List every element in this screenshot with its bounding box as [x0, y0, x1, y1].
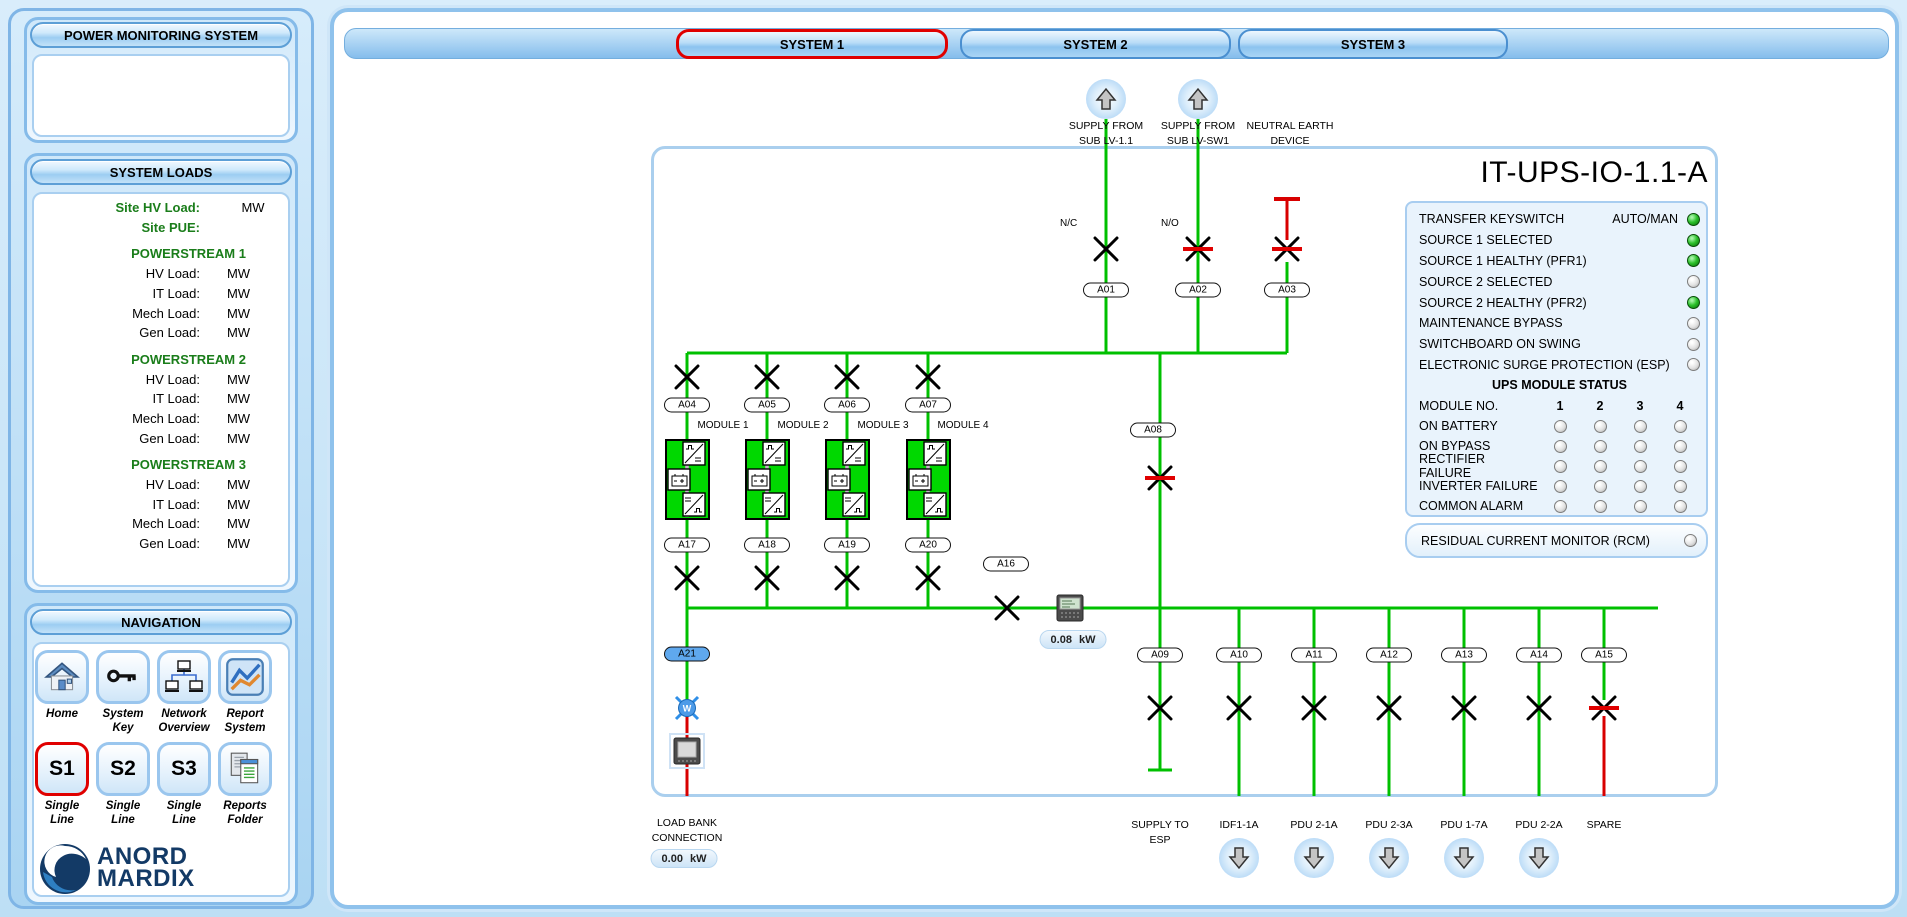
- feeder-arrow-idf1-1a[interactable]: [1219, 838, 1259, 878]
- breaker-tag-a05[interactable]: A05: [744, 398, 790, 413]
- breaker-tag-a02[interactable]: A02: [1175, 283, 1221, 298]
- feeder-arrow-pdu-2-3a[interactable]: [1369, 838, 1409, 878]
- load-bank-connection-label: LOAD BANK CONNECTION: [632, 816, 742, 845]
- breaker-tag-a17[interactable]: A17: [664, 538, 710, 553]
- bus-meter-kw-badge: 0.08kW: [1040, 630, 1107, 649]
- breaker-tag-a16[interactable]: A16: [983, 557, 1029, 572]
- feeder-arrow-pdu-1-7a[interactable]: [1444, 838, 1484, 878]
- breaker-tag-a21-selected[interactable]: A21: [664, 647, 710, 662]
- breaker-a03-open[interactable]: [1272, 238, 1302, 260]
- breaker-tag-a14[interactable]: A14: [1516, 648, 1562, 663]
- supply-arrow-sub-lv-1-1[interactable]: [1086, 79, 1126, 119]
- ups-module-2[interactable]: [746, 440, 789, 519]
- breaker-tag-a11[interactable]: A11: [1291, 648, 1337, 663]
- module-1-label: MODULE 1: [688, 419, 758, 434]
- no-label: N/O: [1161, 218, 1179, 229]
- module-4-label: MODULE 4: [928, 419, 998, 434]
- breaker-tag-a08[interactable]: A08: [1130, 423, 1176, 438]
- nc-label: N/C: [1060, 218, 1077, 229]
- ups-module-1[interactable]: [666, 440, 709, 519]
- ups-module-3[interactable]: [826, 440, 869, 519]
- module-2-label: MODULE 2: [768, 419, 838, 434]
- supply-to-esp-label: SUPPLY TO ESP: [1115, 818, 1205, 847]
- module-3-label: MODULE 3: [848, 419, 918, 434]
- load-bank-meter[interactable]: [670, 734, 704, 768]
- load-bank-kw-badge: 0.00kW: [651, 849, 718, 868]
- neutral-earth-device-label: NEUTRAL EARTH DEVICE: [1235, 119, 1345, 148]
- feeder-arrow-pdu-2-2a[interactable]: [1519, 838, 1559, 878]
- breaker-tag-a13[interactable]: A13: [1441, 648, 1487, 663]
- breaker-tag-a10[interactable]: A10: [1216, 648, 1262, 663]
- power-monitoring-app: POWER MONITORING SYSTEM SYSTEM LOADS Sit…: [0, 0, 1907, 917]
- breaker-tag-a09[interactable]: A09: [1137, 648, 1183, 663]
- supply-arrow-sub-lv-sw1[interactable]: [1178, 79, 1218, 119]
- breaker-tag-a01[interactable]: A01: [1083, 283, 1129, 298]
- breaker-tag-a06[interactable]: A06: [824, 398, 870, 413]
- breaker-tag-a07[interactable]: A07: [905, 398, 951, 413]
- breaker-tag-a03[interactable]: A03: [1264, 283, 1310, 298]
- breaker-tag-a12[interactable]: A12: [1366, 648, 1412, 663]
- svg-text:W: W: [683, 704, 692, 714]
- breaker-tag-a15[interactable]: A15: [1581, 648, 1627, 663]
- breaker-tag-a04[interactable]: A04: [664, 398, 710, 413]
- circuit-svg: W: [0, 0, 1907, 917]
- bus-power-meter[interactable]: [1057, 595, 1083, 621]
- breaker-tag-a19[interactable]: A19: [824, 538, 870, 553]
- feeder-arrow-pdu-2-1a[interactable]: [1294, 838, 1334, 878]
- load-bank-watt-switch[interactable]: W: [676, 697, 698, 719]
- ups-module-4[interactable]: [907, 440, 950, 519]
- breaker-a15-open[interactable]: [1589, 697, 1619, 719]
- breaker-tag-a18[interactable]: A18: [744, 538, 790, 553]
- breaker-tag-a20[interactable]: A20: [905, 538, 951, 553]
- feeder-label-spare: SPARE: [1559, 818, 1649, 833]
